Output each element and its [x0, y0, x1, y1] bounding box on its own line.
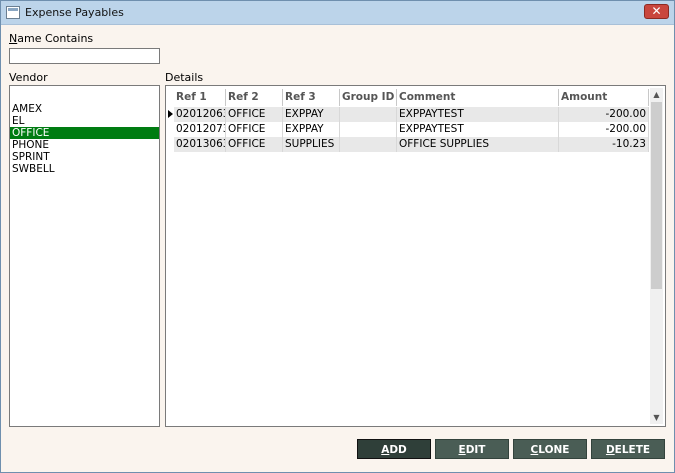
cell-comment[interactable]: EXPPAYTEST [397, 122, 559, 137]
cell-group-id[interactable] [340, 107, 397, 122]
edit-button[interactable]: EDIT [435, 439, 509, 459]
table-row[interactable]: 020130630 OFFICE SUPPLIES OFFICE SUPPLIE… [174, 137, 649, 152]
cell-ref3[interactable]: EXPPAY [283, 122, 340, 137]
scroll-thumb[interactable] [651, 102, 662, 289]
vendor-item-sprint[interactable]: SPRINT [10, 151, 159, 163]
name-contains-label: Name Contains [9, 32, 94, 45]
clone-button[interactable]: CLONE [513, 439, 587, 459]
cell-ref1[interactable]: 020120730 [174, 122, 226, 137]
title-bar: Expense Payables ✕ [1, 1, 674, 25]
grid-header: Ref 1 Ref 2 Ref 3 Group ID Comment Amoun… [174, 89, 649, 106]
expense-payables-window: Expense Payables ✕ Name Contains Vendor … [0, 0, 675, 473]
cell-amount[interactable]: -200.00 [559, 122, 649, 137]
vertical-scrollbar[interactable]: ▲ ▼ [650, 88, 663, 424]
close-button[interactable]: ✕ [644, 4, 669, 19]
cell-amount[interactable]: -10.23 [559, 137, 649, 152]
delete-button[interactable]: DELETE [591, 439, 665, 459]
vendor-item-el[interactable]: EL [10, 115, 159, 127]
cell-ref3[interactable]: EXPPAY [283, 107, 340, 122]
grid-rows: 020120630 OFFICE EXPPAY EXPPAYTEST -200.… [174, 107, 649, 152]
cell-ref2[interactable]: OFFICE [226, 137, 283, 152]
app-window-icon [6, 6, 20, 19]
cell-ref1[interactable]: 020130630 [174, 137, 226, 152]
column-header-ref3[interactable]: Ref 3 [283, 89, 340, 106]
column-header-amount[interactable]: Amount [559, 89, 649, 106]
cell-group-id[interactable] [340, 122, 397, 137]
column-header-group-id[interactable]: Group ID [340, 89, 397, 106]
cell-ref2[interactable]: OFFICE [226, 122, 283, 137]
name-contains-input[interactable] [9, 48, 160, 64]
table-row[interactable]: 020120730 OFFICE EXPPAY EXPPAYTEST -200.… [174, 122, 649, 137]
cell-group-id[interactable] [340, 137, 397, 152]
cell-comment[interactable]: EXPPAYTEST [397, 107, 559, 122]
current-row-indicator-icon [167, 107, 173, 122]
scroll-up-icon[interactable]: ▲ [650, 88, 663, 101]
vendor-item-amex[interactable]: AMEX [10, 103, 159, 115]
column-header-ref2[interactable]: Ref 2 [226, 89, 283, 106]
cell-ref1[interactable]: 020120630 [174, 107, 226, 122]
vendor-item-office[interactable]: OFFICE [10, 127, 159, 139]
details-grid: Ref 1 Ref 2 Ref 3 Group ID Comment Amoun… [165, 85, 666, 427]
vendor-label: Vendor [9, 71, 48, 84]
cell-amount[interactable]: -200.00 [559, 107, 649, 122]
window-title: Expense Payables [25, 6, 124, 19]
vendor-item-phone[interactable]: PHONE [10, 139, 159, 151]
vendor-item-swbell[interactable]: SWBELL [10, 163, 159, 175]
cell-ref3[interactable]: SUPPLIES [283, 137, 340, 152]
scroll-down-icon[interactable]: ▼ [650, 411, 663, 424]
column-header-ref1[interactable]: Ref 1 [174, 89, 226, 106]
vendor-list[interactable]: AMEX EL OFFICE PHONE SPRINT SWBELL [9, 85, 160, 427]
cell-comment[interactable]: OFFICE SUPPLIES [397, 137, 559, 152]
add-button[interactable]: ADD [357, 439, 431, 459]
table-row[interactable]: 020120630 OFFICE EXPPAY EXPPAYTEST -200.… [174, 107, 649, 122]
column-header-comment[interactable]: Comment [397, 89, 559, 106]
details-label: Details [165, 71, 204, 84]
cell-ref2[interactable]: OFFICE [226, 107, 283, 122]
